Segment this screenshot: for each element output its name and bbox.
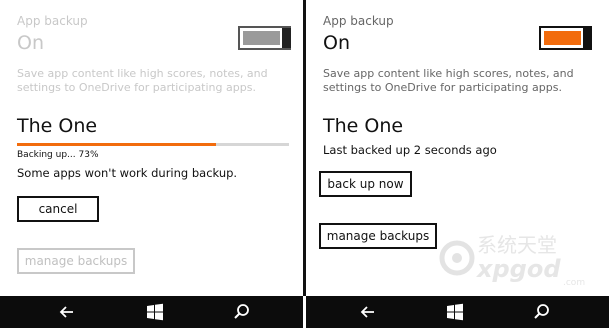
section-label: App backup xyxy=(17,14,88,28)
svg-text:xpgod: xpgod xyxy=(476,255,561,283)
manage-backups-button[interactable]: manage backups xyxy=(17,248,135,274)
cancel-button[interactable]: cancel xyxy=(17,196,99,222)
navigation-bar xyxy=(306,296,609,328)
description-text: Save app content like high scores, notes… xyxy=(323,67,574,94)
back-icon[interactable] xyxy=(358,302,378,322)
description-text: Save app content like high scores, notes… xyxy=(17,67,268,94)
toggle-thumb xyxy=(583,28,592,48)
manage-backups-button[interactable]: manage backups xyxy=(319,223,437,249)
toggle-thumb xyxy=(282,28,291,48)
navigation-bar xyxy=(0,296,303,328)
warning-text: Some apps won't work during backup. xyxy=(17,166,238,180)
svg-text:系统天堂: 系统天堂 xyxy=(477,233,557,257)
search-icon[interactable] xyxy=(532,302,552,322)
app-backup-toggle[interactable] xyxy=(539,26,592,50)
progress-text: Backing up... 73% xyxy=(17,150,99,160)
windows-icon[interactable] xyxy=(145,302,165,322)
windows-icon[interactable] xyxy=(445,302,465,322)
device-title: The One xyxy=(17,115,98,137)
back-up-now-button[interactable]: back up now xyxy=(319,171,412,197)
svg-text:.com: .com xyxy=(563,278,585,288)
back-icon[interactable] xyxy=(57,302,77,322)
section-label: App backup xyxy=(323,14,394,28)
app-backup-toggle[interactable] xyxy=(238,26,291,50)
toggle-fill xyxy=(544,31,581,45)
backup-progress-bar xyxy=(17,143,289,146)
toggle-state-label: On xyxy=(323,32,350,54)
search-icon[interactable] xyxy=(232,302,252,322)
device-title: The One xyxy=(323,115,404,137)
backup-progress-fill xyxy=(17,143,216,146)
xpgod-watermark-logo: 系统天堂 xpgod .com xyxy=(439,233,585,288)
last-backup-status: Last backed up 2 seconds ago xyxy=(323,143,497,157)
backup-settings-in-progress: App backup On Save app content like high… xyxy=(0,0,303,296)
toggle-state-label: On xyxy=(17,32,44,54)
toggle-fill xyxy=(243,31,280,45)
